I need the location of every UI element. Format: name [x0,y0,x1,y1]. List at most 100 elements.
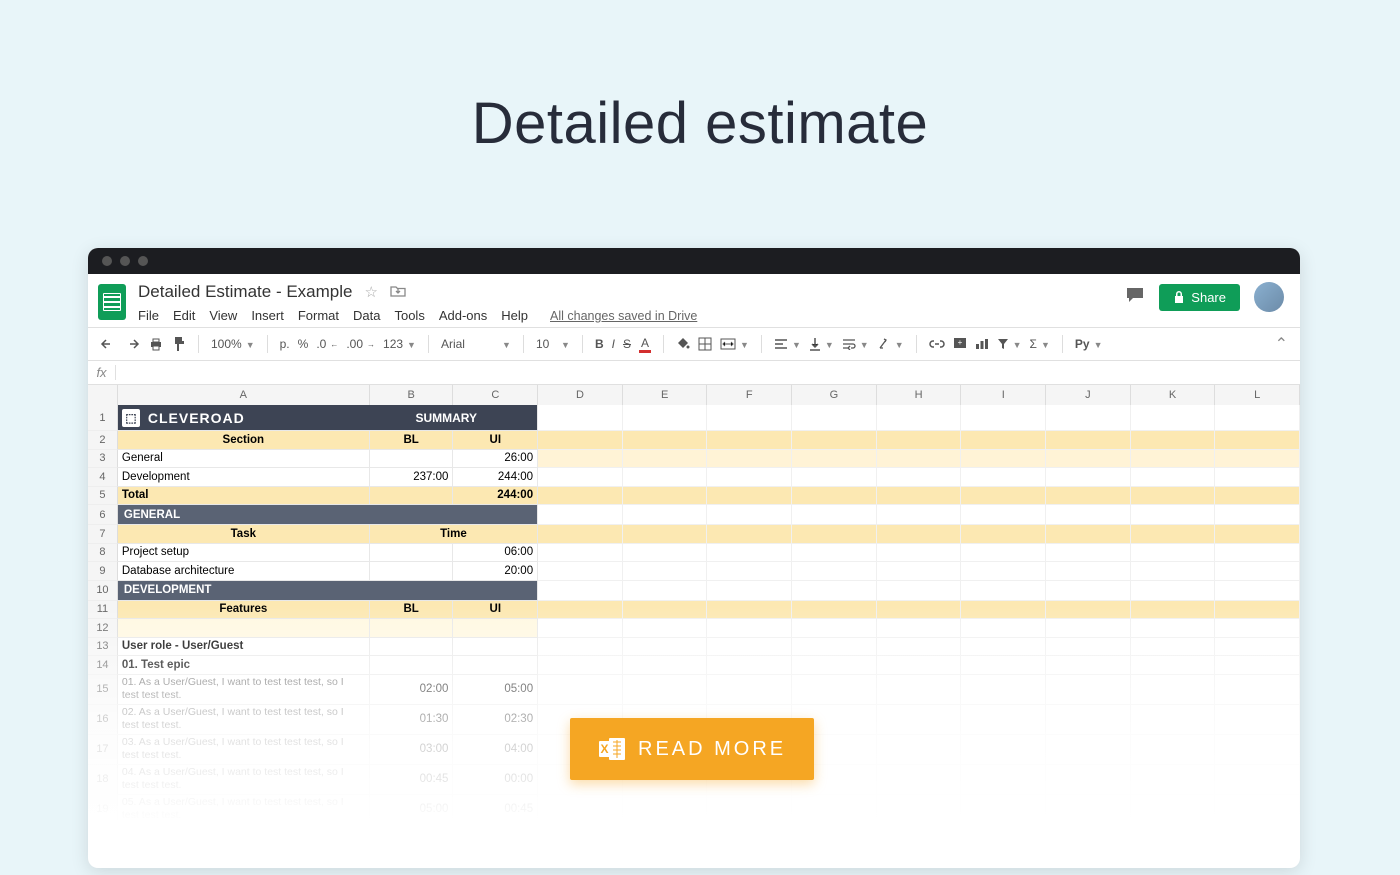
zoom-select[interactable]: 100%▼ [211,337,255,351]
row-header[interactable]: 9 [88,562,118,581]
window-close-icon[interactable] [102,256,112,266]
row-header[interactable]: 5 [88,487,118,506]
row-header[interactable]: 8 [88,544,118,563]
cell[interactable]: Section [118,431,370,450]
cell[interactable]: 03. As a User/Guest, I want to test test… [118,735,370,765]
menu-data[interactable]: Data [353,308,380,323]
col-header-a[interactable]: A [118,385,370,405]
menu-addons[interactable]: Add-ons [439,308,487,323]
cell[interactable]: 237:00 [370,468,454,487]
col-header-d[interactable]: D [538,385,623,405]
cell[interactable]: 00:00 [453,765,538,795]
cell[interactable]: Task [118,525,370,544]
row-header[interactable]: 11 [88,601,118,620]
sheets-logo-icon[interactable] [98,284,126,320]
cell[interactable] [370,487,454,506]
col-header-f[interactable]: F [707,385,792,405]
increase-decimal[interactable]: .00→ [346,337,375,351]
row-header[interactable]: 19 [88,795,118,825]
avatar[interactable] [1254,282,1284,312]
cell[interactable]: 04:00 [453,735,538,765]
cell[interactable] [118,619,370,638]
text-wrap-icon[interactable]: ▼ [842,338,869,350]
menu-file[interactable]: File [138,308,159,323]
link-icon[interactable] [929,339,945,349]
cell[interactable]: BL [370,601,454,620]
move-to-folder-icon[interactable] [390,284,406,301]
chart-icon[interactable] [975,338,989,350]
row-header[interactable]: 13 [88,638,118,657]
row-header[interactable]: 2 [88,431,118,450]
menu-help[interactable]: Help [501,308,528,323]
row-header[interactable]: 17 [88,735,118,765]
cell[interactable]: 244:00 [453,468,538,487]
currency-format[interactable]: p. [280,337,290,351]
v-align-icon[interactable]: ▼ [809,337,834,351]
cell[interactable] [370,619,454,638]
col-header-i[interactable]: I [961,385,1046,405]
cell[interactable]: Total [118,487,370,506]
cell[interactable]: BL [370,431,454,450]
strike-icon[interactable]: S [623,337,631,351]
cell[interactable]: Features [118,601,370,620]
decrease-decimal[interactable]: .0← [316,337,338,351]
paint-format-icon[interactable] [172,336,186,352]
cell[interactable]: 01. As a User/Guest, I want to test test… [118,675,370,705]
document-title[interactable]: Detailed Estimate - Example [138,282,352,302]
formula-bar[interactable]: fx [88,361,1300,385]
cell[interactable]: 20:00 [453,562,538,581]
collapse-toolbar-icon[interactable]: ⌃ [1275,334,1288,354]
col-header-l[interactable]: L [1215,385,1300,405]
cell[interactable]: Time [370,525,538,544]
borders-icon[interactable] [698,337,712,351]
read-more-button[interactable]: X READ MORE [570,718,814,780]
cell[interactable]: 00:45 [453,795,538,825]
col-header-g[interactable]: G [792,385,877,405]
text-color-icon[interactable]: A [639,336,651,353]
cell[interactable]: User role - User/Guest [118,638,370,657]
comments-icon[interactable] [1125,286,1145,309]
cell[interactable]: 03:00 [370,735,454,765]
cell-section[interactable]: GENERAL [118,505,538,525]
redo-icon[interactable] [124,337,140,351]
cell[interactable]: 02:30 [453,705,538,735]
cell[interactable] [453,619,538,638]
number-format[interactable]: 123▼ [383,337,416,351]
row-header[interactable]: 14 [88,656,118,675]
cell[interactable]: General [118,450,370,469]
cell[interactable]: UI [453,601,538,620]
star-icon[interactable]: ☆ [364,283,377,301]
cell[interactable]: 00:45 [370,765,454,795]
col-header-k[interactable]: K [1131,385,1216,405]
menu-view[interactable]: View [209,308,237,323]
cell[interactable]: Project setup [118,544,370,563]
cell[interactable]: Development [118,468,370,487]
row-header[interactable]: 16 [88,705,118,735]
row-header[interactable]: 12 [88,619,118,638]
window-minimize-icon[interactable] [120,256,130,266]
menu-tools[interactable]: Tools [394,308,424,323]
italic-icon[interactable]: I [612,337,615,351]
row-header[interactable]: 10 [88,581,118,601]
window-maximize-icon[interactable] [138,256,148,266]
cell[interactable]: Database architecture [118,562,370,581]
cell[interactable]: 05. As a User/Guest, I want to test test… [118,795,370,825]
row-header[interactable]: 1 [88,405,118,431]
select-all-cell[interactable] [88,385,118,405]
row-header[interactable]: 3 [88,450,118,469]
col-header-b[interactable]: B [370,385,454,405]
fill-color-icon[interactable] [676,337,690,351]
cell[interactable] [453,656,538,675]
cell[interactable]: 05:00 [370,795,454,825]
col-header-j[interactable]: J [1046,385,1131,405]
bold-icon[interactable]: B [595,337,604,351]
functions-icon[interactable]: Σ▼ [1030,337,1050,351]
cell[interactable] [370,544,454,563]
cell[interactable]: 01. Test epic [118,656,370,675]
col-header-c[interactable]: C [453,385,538,405]
h-align-icon[interactable]: ▼ [774,338,801,350]
font-select[interactable]: Arial▼ [441,337,511,351]
menu-edit[interactable]: Edit [173,308,195,323]
cell[interactable]: 05:00 [453,675,538,705]
merge-cells-icon[interactable]: ▼ [720,338,749,350]
